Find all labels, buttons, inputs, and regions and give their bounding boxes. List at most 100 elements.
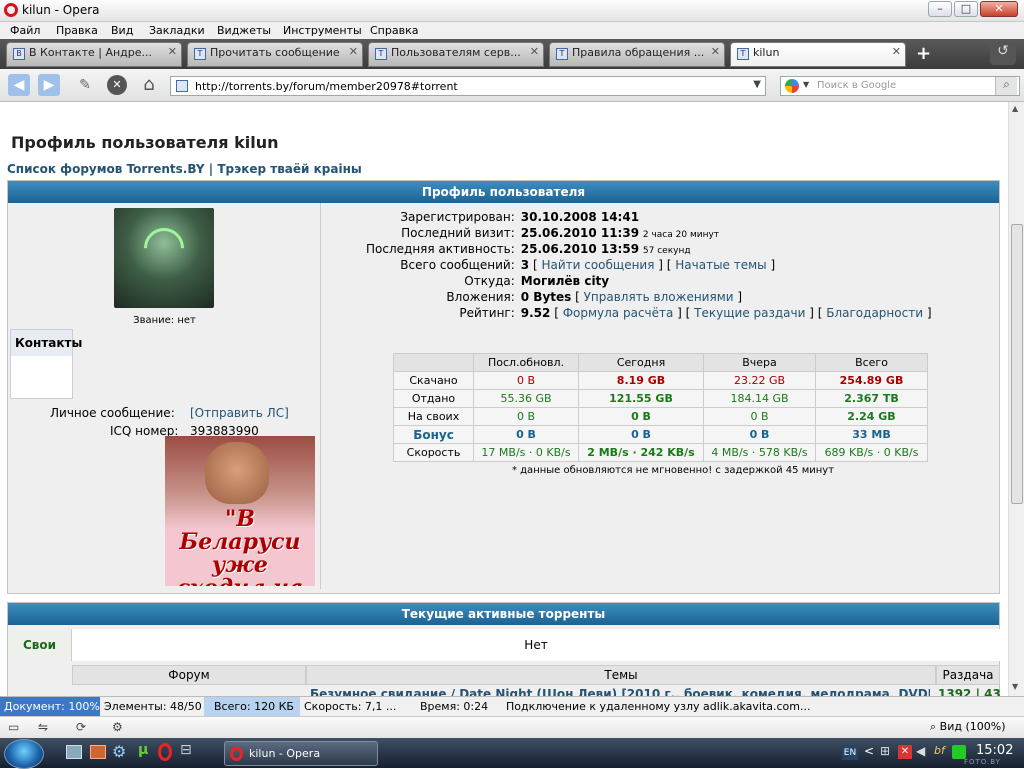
tab-close-icon[interactable]: ✕ <box>892 45 901 58</box>
forward-icon[interactable]: ▶ <box>38 74 60 96</box>
stats-row-speed: Скорость 17 MB/s · 0 KB/s 2 MB/s · 242 K… <box>393 443 928 462</box>
close-window-button[interactable]: ✕ <box>980 1 1018 17</box>
wifi-icon <box>135 219 193 277</box>
start-button[interactable] <box>4 739 44 769</box>
minimize-button[interactable]: – <box>928 1 952 17</box>
search-engine-dropdown-icon[interactable]: ▼ <box>803 80 809 89</box>
show-desktop-icon[interactable] <box>66 745 82 759</box>
send-pm-link[interactable]: [Отправить ЛС] <box>190 406 289 420</box>
attachments-value: 0 Bytes <box>520 290 572 304</box>
rating-value: 9.52 <box>520 306 551 320</box>
search-field[interactable]: ▼ Поиск в Google ⌕ <box>780 76 1020 96</box>
tab-close-icon[interactable]: ✕ <box>168 45 177 58</box>
network-drive-icon[interactable]: ⊟ <box>180 742 192 758</box>
started-topics-link[interactable]: Начатые темы <box>675 258 766 272</box>
stats-cell: 0 B <box>473 425 579 444</box>
maximize-button[interactable]: □ <box>954 1 978 17</box>
tab-vkontakte[interactable]: В В Контакте | Андре... ✕ <box>6 42 182 67</box>
folder-icon[interactable] <box>90 745 106 759</box>
tab-label: Пользователям серв... <box>391 46 521 59</box>
menu-file[interactable]: Файл <box>10 24 40 37</box>
stats-cell: 0 B <box>578 425 704 444</box>
turbo-icon[interactable]: ⇋ <box>38 720 48 734</box>
posts-label: Всего сообщений: <box>400 258 515 272</box>
tab-rules[interactable]: T Правила обращения ... ✕ <box>549 42 725 67</box>
scroll-up-icon[interactable]: ▲ <box>1012 104 1018 113</box>
status-document: Документ: 100% <box>0 697 100 716</box>
stats-row-bonus: Бонус 0 B 0 B 0 B 33 MB <box>393 425 928 444</box>
search-icon[interactable]: ⌕ <box>995 77 1017 95</box>
status-total: Всего: 120 КБ <box>204 697 300 716</box>
tracker-icon: T <box>556 48 568 60</box>
clock[interactable]: 15:02 <box>976 743 1013 758</box>
home-icon[interactable]: ⌂ <box>138 74 160 96</box>
volume-icon[interactable]: ◀ <box>916 744 925 758</box>
stop-icon[interactable]: ✕ <box>107 75 127 95</box>
topic-link[interactable]: Безумное свидание / Date Night (Шон Леви… <box>310 687 930 696</box>
registered-value: 30.10.2008 14:41 <box>520 210 640 224</box>
menu-bookmarks[interactable]: Закладки <box>149 24 205 37</box>
current-seeds-link[interactable]: Текущие раздачи <box>694 306 805 320</box>
gear-icon[interactable]: ⚙ <box>112 742 126 761</box>
status-speed: Скорость: 7,1 ... <box>304 700 397 713</box>
tab-users-service[interactable]: T Пользователям серв... ✕ <box>368 42 544 67</box>
taskbar-opera-button[interactable]: kilun - Opera <box>224 741 378 766</box>
thanks-link[interactable]: Благодарности <box>826 306 923 320</box>
menu-tools[interactable]: Инструменты <box>283 24 362 37</box>
menu-edit[interactable]: Правка <box>56 24 98 37</box>
new-tab-button[interactable]: + <box>916 43 931 64</box>
tab-close-icon[interactable]: ✕ <box>349 45 358 58</box>
menu-view[interactable]: Вид <box>111 24 133 37</box>
network-icon[interactable]: ⊞ <box>880 744 890 758</box>
edit-icon[interactable]: ✎ <box>74 74 96 96</box>
active-torrents-panel: Текущие активные торренты Свои Нет Форум… <box>7 602 1001 696</box>
portrait-image <box>205 442 269 504</box>
settings-icon[interactable]: ⚙ <box>112 720 123 734</box>
poster-text: "В Беларуси уже сходил на охоту" <box>177 506 304 587</box>
panel-toggle-icon[interactable]: ▭ <box>8 720 19 734</box>
breadcrumb-forums-link[interactable]: Список форумов Torrents.BY <box>7 162 205 176</box>
stats-row-label: Скорость <box>393 443 474 462</box>
address-bar[interactable]: http://torrents.by/forum/member20978#tor… <box>170 76 766 96</box>
from-label: Откуда: <box>464 274 515 288</box>
back-icon[interactable]: ◀ <box>8 74 30 96</box>
stats-cell: 0 B <box>703 425 816 444</box>
zoom-label: Вид (100%) <box>939 720 1006 733</box>
registered-label: Зарегистрирован: <box>400 210 515 224</box>
vertical-scrollbar[interactable]: ▲ ▼ <box>1008 102 1024 696</box>
stats-cell: 254.89 GB <box>815 371 928 390</box>
opera-icon[interactable] <box>158 743 172 761</box>
menu-widgets[interactable]: Виджеты <box>217 24 271 37</box>
opera-logo-icon <box>4 3 18 17</box>
tab-close-icon[interactable]: ✕ <box>711 45 720 58</box>
status-tray-icon[interactable] <box>952 745 966 759</box>
stats-cell: 4 MB/s · 578 KB/s <box>703 443 816 462</box>
stats-note: * данные обновляются не мгновенно! с зад… <box>511 465 835 476</box>
stats-cell: 0 B <box>473 407 579 426</box>
stats-cell: 8.19 GB <box>578 371 704 390</box>
find-posts-link[interactable]: Найти сообщения <box>541 258 654 272</box>
app-tray-icon[interactable]: bf <box>934 744 945 757</box>
tab-close-icon[interactable]: ✕ <box>530 45 539 58</box>
closed-tabs-icon[interactable]: ↺ <box>990 43 1016 65</box>
manage-attachments-link[interactable]: Управлять вложениями <box>584 290 734 304</box>
tab-kilun[interactable]: T kilun ✕ <box>730 42 906 67</box>
sync-icon[interactable]: ⟳ <box>76 720 86 734</box>
stats-header: Посл.обновл. <box>473 353 579 372</box>
tray-expand-icon[interactable]: < <box>864 744 874 758</box>
utorrent-icon[interactable]: μ <box>138 742 148 758</box>
menu-help[interactable]: Справка <box>370 24 418 37</box>
formula-link[interactable]: Формула расчёта <box>563 306 674 320</box>
language-indicator[interactable]: EN <box>842 746 858 760</box>
tab-read-message[interactable]: T Прочитать сообщение ✕ <box>187 42 363 67</box>
scroll-down-icon[interactable]: ▼ <box>1012 682 1018 691</box>
stats-cell: 689 KB/s · 0 KB/s <box>815 443 928 462</box>
breadcrumb-tagline-link[interactable]: Трэкер тваёй краіны <box>217 162 361 176</box>
zoom-control[interactable]: ⌕ Вид (100%) <box>930 720 1006 734</box>
antivirus-icon[interactable]: ✕ <box>898 745 912 759</box>
address-dropdown-icon[interactable]: ▼ <box>753 79 761 90</box>
watermark: FOTO.BY <box>964 758 1001 766</box>
scrollbar-thumb[interactable] <box>1011 224 1023 504</box>
stats-cell: 121.55 GB <box>578 389 704 408</box>
google-icon[interactable] <box>785 79 799 93</box>
